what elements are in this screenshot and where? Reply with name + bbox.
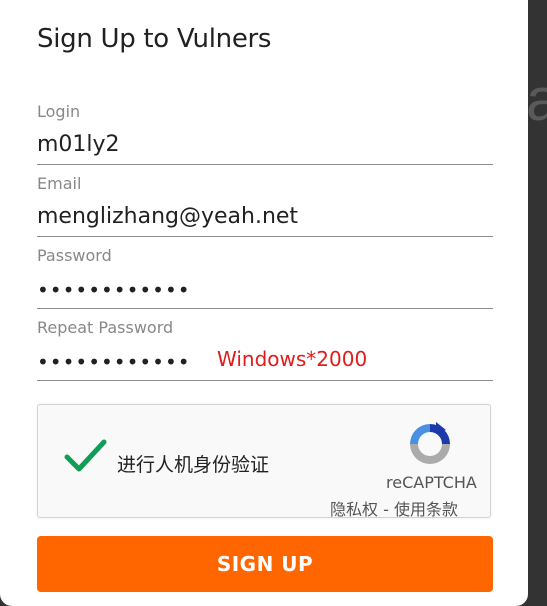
login-label: Login [37, 102, 81, 121]
recaptcha-brand: reCAPTCHA [386, 473, 477, 492]
email-field[interactable]: Email menglizhang@yeah.net [37, 174, 493, 237]
background-text-right: a [526, 66, 547, 133]
recaptcha-links[interactable]: 隐私权 - 使用条款 [330, 496, 458, 520]
login-field[interactable]: Login m01ly2 [37, 102, 493, 165]
repeat-password-input[interactable]: •••••••••••• [37, 350, 191, 374]
checkmark-icon[interactable] [63, 438, 107, 474]
password-input[interactable]: •••••••••••• [37, 278, 191, 302]
email-label: Email [37, 174, 82, 193]
password-label: Password [37, 246, 112, 265]
password-field[interactable]: Password •••••••••••• [37, 246, 493, 309]
signup-button[interactable]: SIGN UP [37, 536, 493, 592]
login-input[interactable]: m01ly2 [37, 132, 120, 157]
recaptcha-widget[interactable]: 进行人机身份验证 reCAPTCHA 隐私权 - 使用条款 [37, 404, 491, 520]
recaptcha-label: 进行人机身份验证 [117, 454, 270, 476]
password-annotation: Windows*2000 [217, 347, 368, 371]
repeat-password-label: Repeat Password [37, 318, 174, 337]
signup-dialog: Sign Up to Vulners Login m01ly2 Email me… [0, 0, 528, 606]
recaptcha-logo-icon [410, 422, 450, 464]
page-title: Sign Up to Vulners [37, 24, 272, 54]
email-input[interactable]: menglizhang@yeah.net [37, 204, 298, 229]
